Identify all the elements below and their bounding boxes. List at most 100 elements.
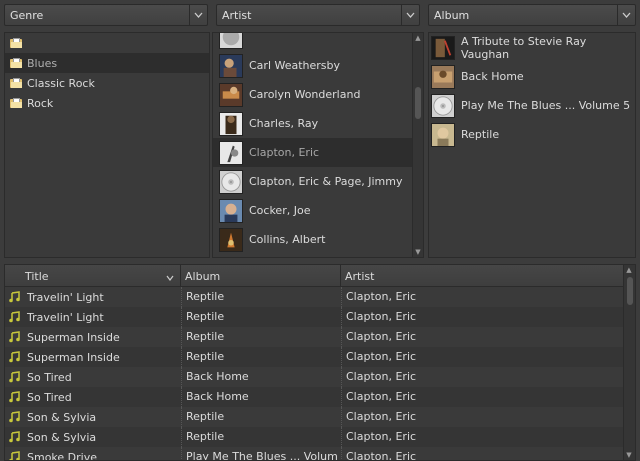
table-row[interactable]: Superman Inside Reptile Clapton, Eric [5, 347, 635, 367]
track-title: Travelin' Light [27, 310, 104, 324]
track-title: Smoke Drive [27, 450, 97, 461]
music-note-icon [9, 331, 20, 343]
genre-filter-combo[interactable]: Genre [4, 4, 208, 26]
table-row[interactable]: Son & Sylvia Reptile Clapton, Eric [5, 427, 635, 447]
cell-album: Reptile [181, 307, 341, 327]
album-label: Reptile [461, 128, 500, 141]
table-row[interactable]: So Tired Back Home Clapton, Eric [5, 367, 635, 387]
cell-artist: Clapton, Eric [341, 287, 621, 307]
artist-label: Cocker, Joe [249, 204, 311, 217]
album-list[interactable]: A Tribute to Stevie Ray Vaughan Back Home… [428, 32, 636, 258]
genre-list-item[interactable]: Rock [5, 93, 209, 113]
chevron-down-icon[interactable] [617, 5, 635, 25]
column-title-label: Title [25, 270, 49, 283]
scroll-up-icon[interactable]: ▲ [624, 265, 634, 275]
music-note-icon [9, 351, 20, 363]
cell-title: Son & Sylvia [5, 407, 181, 427]
cell-artist: Clapton, Eric [341, 427, 621, 447]
music-note-icon [9, 391, 20, 403]
genre-list-item[interactable]: Classic Rock [5, 73, 209, 93]
album-list-item[interactable]: Reptile [429, 120, 635, 149]
artist-list-item[interactable]: Collins, Albert [213, 225, 413, 254]
album-cover-icon [431, 122, 455, 147]
music-note-icon [9, 291, 20, 303]
list-item-partial[interactable] [213, 254, 413, 257]
chevron-down-icon[interactable] [189, 5, 207, 25]
tracklist-scrollbar[interactable]: ▲ ▼ [623, 265, 635, 460]
table-row[interactable]: Superman Inside Reptile Clapton, Eric [5, 327, 635, 347]
artist-thumbnail-icon [219, 53, 243, 78]
artist-list-item[interactable]: Clapton, Eric [213, 138, 413, 167]
track-title: Superman Inside [27, 350, 120, 364]
scroll-down-icon[interactable]: ▼ [624, 450, 634, 460]
artist-thumbnail-icon [219, 227, 243, 252]
album-list-item[interactable]: Play Me The Blues ... Volume 5 [429, 91, 635, 120]
table-row[interactable]: Smoke Drive Play Me The Blues ... Volum Cl… [5, 447, 635, 461]
artist-list-item[interactable]: Clapton, Eric & Page, Jimmy [213, 167, 413, 196]
album-combo-label: Album [434, 9, 470, 22]
cell-artist: Clapton, Eric [341, 387, 621, 407]
artist-label: Clapton, Eric [249, 146, 320, 159]
scroll-down-icon[interactable]: ▼ [413, 247, 423, 257]
table-row[interactable]: So Tired Back Home Clapton, Eric [5, 387, 635, 407]
table-row[interactable]: Travelin' Light Reptile Clapton, Eric [5, 307, 635, 327]
genre-list-item[interactable]: Blues [5, 53, 209, 73]
list-item-partial[interactable] [213, 33, 413, 51]
cell-title: Travelin' Light [5, 287, 181, 307]
column-artist-label: Artist [345, 270, 375, 283]
artist-list-item[interactable]: Charles, Ray [213, 109, 413, 138]
artist-list-item[interactable]: Carl Weathersby [213, 51, 413, 80]
genre-list[interactable]: Blues Classic Rock Rock [4, 32, 210, 258]
column-header-artist[interactable]: Artist [341, 265, 625, 287]
cell-album: Play Me The Blues ... Volum [181, 447, 341, 460]
track-title: Travelin' Light [27, 290, 104, 304]
cell-album: Reptile [181, 427, 341, 447]
artist-list[interactable]: Carl Weathersby Carolyn Wonderland Charles… [212, 32, 424, 258]
sort-chevron-icon [166, 271, 174, 284]
genre-combo-label: Genre [10, 9, 44, 22]
artist-list-item[interactable]: Cocker, Joe [213, 196, 413, 225]
cell-artist: Clapton, Eric [341, 447, 621, 460]
music-note-icon [9, 431, 20, 443]
cell-artist: Clapton, Eric [341, 407, 621, 427]
album-list-item[interactable]: Back Home [429, 62, 635, 91]
column-album-label: Album [185, 270, 221, 283]
track-list-header: Title Album Artist [5, 265, 635, 287]
track-list[interactable]: Title Album Artist Travelin' Light Reptil… [4, 264, 636, 461]
cell-album: Reptile [181, 287, 341, 307]
artist-scrollbar[interactable]: ▲ ▼ [412, 33, 423, 257]
folder-icon [10, 58, 22, 68]
table-row[interactable]: Travelin' Light Reptile Clapton, Eric [5, 287, 635, 307]
column-header-title[interactable]: Title [5, 265, 181, 287]
music-note-icon [9, 411, 20, 423]
cell-title: Smoke Drive [5, 447, 181, 461]
table-row[interactable]: Son & Sylvia Reptile Clapton, Eric [5, 407, 635, 427]
scrollbar-thumb[interactable] [627, 277, 633, 305]
track-title: Son & Sylvia [27, 430, 97, 444]
artist-label: Carolyn Wonderland [249, 88, 361, 101]
artist-thumbnail-icon [219, 111, 243, 136]
scroll-up-icon[interactable]: ▲ [413, 33, 423, 43]
music-note-icon [9, 311, 20, 323]
artist-filter-combo[interactable]: Artist [216, 4, 420, 26]
scrollbar-thumb[interactable] [415, 87, 421, 119]
artist-list-item[interactable]: Carolyn Wonderland [213, 80, 413, 109]
album-label: Back Home [461, 70, 524, 83]
music-note-icon [9, 451, 20, 460]
cell-title: So Tired [5, 367, 181, 387]
folder-icon [10, 98, 22, 108]
cell-artist: Clapton, Eric [341, 367, 621, 387]
cell-album: Back Home [181, 387, 341, 407]
music-browser-window: Genre Artist Album Blues Classic Rock Rock… [0, 0, 640, 461]
album-filter-combo[interactable]: Album [428, 4, 636, 26]
artist-thumbnail-icon [219, 140, 243, 165]
cell-title: Travelin' Light [5, 307, 181, 327]
genre-label: Classic Rock [27, 76, 95, 90]
chevron-down-icon[interactable] [401, 5, 419, 25]
folder-icon [10, 78, 22, 88]
track-title: Superman Inside [27, 330, 120, 344]
genre-list-item[interactable] [5, 33, 209, 53]
column-header-album[interactable]: Album [181, 265, 341, 287]
album-list-item[interactable]: A Tribute to Stevie Ray Vaughan [429, 33, 635, 62]
artist-label: Carl Weathersby [249, 59, 341, 72]
